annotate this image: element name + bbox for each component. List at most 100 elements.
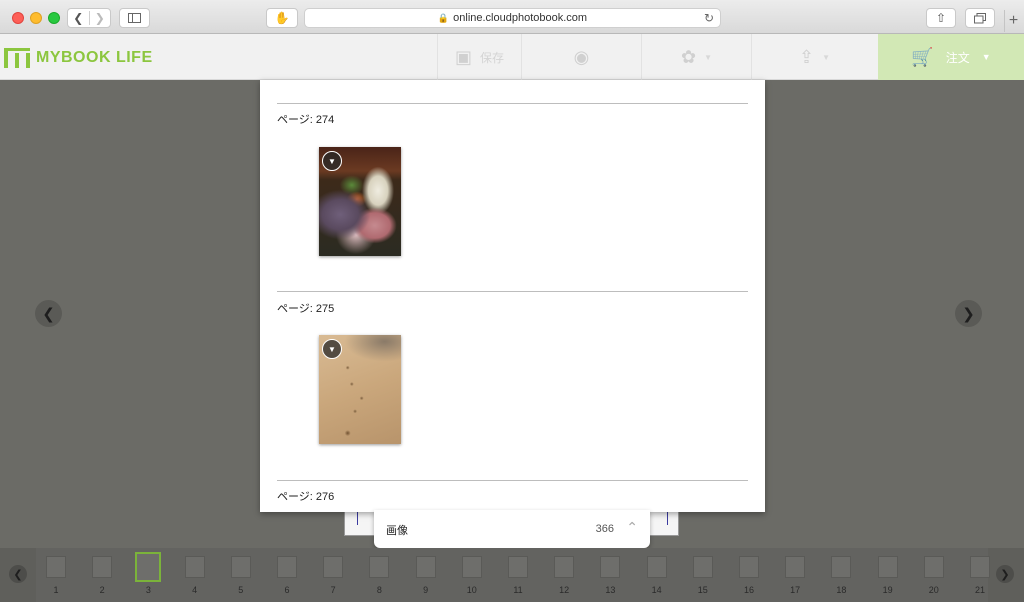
reload-icon[interactable]: ↻ (704, 11, 714, 25)
page-thumbnail[interactable] (415, 556, 436, 578)
chevron-down-icon: ▼ (981, 52, 991, 62)
section-divider (277, 103, 748, 104)
page-number: 12 (559, 585, 570, 595)
logo-mark-icon (4, 48, 30, 68)
photo-menu-icon[interactable]: ▼ (322, 339, 342, 359)
page-thumbnail[interactable] (184, 556, 205, 578)
chevron-right-icon: ❯ (962, 305, 975, 323)
order-label: 注文 (945, 50, 970, 65)
page-number: 5 (238, 585, 244, 595)
page-thumbnail[interactable] (461, 556, 482, 578)
page-thumbnail[interactable] (230, 556, 251, 578)
hand-icon: ✋ (274, 11, 290, 25)
page-thumbnail-strip: 1 2 3 4 5 6 7 8 9 10 11 12 13 14 15 16 17 18 19 20 21 ❮ ❯ (0, 548, 1024, 602)
share-button[interactable]: ⇧ (926, 8, 956, 28)
page-thumbnail[interactable] (369, 556, 390, 578)
page-thumbnail[interactable] (92, 556, 113, 578)
save-label: 保存 (480, 50, 505, 65)
preview-button[interactable]: ◉ (521, 34, 641, 80)
cart-icon: 🛒 (911, 46, 934, 67)
food-photo[interactable]: ▼ (319, 147, 401, 256)
page-label: ページ: 274 (277, 114, 335, 126)
page-thumbnail[interactable] (923, 556, 944, 578)
page-number: 13 (605, 585, 616, 595)
address-bar[interactable]: 🔒 online.cloudphotobook.com ↻ (304, 8, 721, 28)
page-number: 2 (99, 585, 105, 595)
page-thumbnail[interactable] (277, 556, 297, 578)
page-number: 7 (330, 585, 336, 595)
page-number: 15 (697, 585, 708, 595)
previous-page-button[interactable]: ❮ (35, 300, 62, 327)
next-page-button[interactable]: ❯ (955, 300, 982, 327)
app-toolbar: MYBOOK LIFE ▣ 保存 ◉ ✿ ▼ ⇪ ▼ 🛒 注文 ▼ (0, 34, 1024, 80)
logo[interactable]: MYBOOK LIFE (4, 48, 153, 68)
url-text: online.cloudphotobook.com (453, 12, 588, 24)
upload-icon: ⇪ (798, 46, 815, 67)
photo-menu-icon[interactable]: ▼ (322, 151, 342, 171)
save-button[interactable]: ▣ 保存 (437, 34, 521, 80)
chevron-down-icon: ▼ (822, 52, 830, 62)
sidebar-icon (128, 13, 141, 23)
sidebar-toggle-button[interactable] (119, 8, 150, 28)
chevron-up-icon[interactable]: ⌃ (626, 519, 638, 536)
image-panel: ページ: 274 ▼ ページ: 275 ▼ ページ: 276 (260, 80, 765, 512)
page-thumbnail[interactable] (877, 556, 898, 578)
page-thumbnail[interactable] (739, 556, 759, 578)
share-icon: ⇧ (935, 11, 947, 25)
page-number: 9 (423, 585, 429, 595)
page-label: ページ: 276 (277, 491, 335, 503)
page-thumbnail[interactable] (46, 556, 66, 578)
back-icon[interactable]: ❮ (68, 11, 89, 25)
palette-icon: ✿ (680, 46, 697, 67)
page-number: 6 (284, 585, 290, 595)
thumbnail-track: 1 2 3 4 5 6 7 8 9 10 11 12 13 14 15 16 17 18 19 20 21 (36, 548, 990, 602)
chevron-right-icon: ❯ (1000, 568, 1010, 581)
page-thumbnail[interactable] (970, 556, 990, 578)
sand-footprints-photo[interactable]: ▼ (319, 335, 401, 444)
new-tab-button[interactable]: + (1004, 10, 1022, 32)
section-divider (277, 480, 748, 481)
extension-button[interactable]: ✋ (266, 8, 298, 28)
close-window-button[interactable] (12, 12, 24, 24)
theme-dropdown[interactable]: ✿ ▼ (641, 34, 751, 80)
order-button[interactable]: 🛒 注文 ▼ (878, 34, 1024, 80)
page-number: 18 (836, 585, 847, 595)
page-thumbnail[interactable] (554, 556, 575, 578)
page-thumbnail[interactable] (323, 556, 344, 578)
lock-icon: 🔒 (437, 12, 450, 23)
browser-toolbar: ❮ ❯ ✋ 🔒 online.cloudphotobook.com ↻ ⇧ + (0, 0, 1024, 34)
page-label: ページ: 275 (277, 303, 335, 315)
page-thumbnail[interactable] (831, 556, 852, 578)
page-thumbnail[interactable] (785, 556, 806, 578)
plus-icon: + (1008, 12, 1019, 29)
upload-dropdown[interactable]: ⇪ ▼ (751, 34, 877, 80)
chevron-left-icon: ❮ (13, 568, 23, 581)
logo-text: MYBOOK LIFE (36, 49, 153, 66)
forward-icon[interactable]: ❯ (88, 11, 111, 25)
page-thumbnail[interactable] (692, 556, 713, 578)
page-number: 4 (192, 585, 198, 595)
page-number: 14 (651, 585, 662, 595)
page-number: 17 (790, 585, 801, 595)
chevron-down-icon: ▼ (704, 52, 712, 62)
strip-scroll-left-button[interactable]: ❮ (9, 565, 27, 583)
page-number: 3 (145, 585, 151, 595)
tabs-icon (974, 12, 986, 23)
minimize-window-button[interactable] (30, 12, 42, 24)
page-thumbnail[interactable] (508, 556, 528, 578)
page-thumbnail[interactable] (600, 556, 621, 578)
zoom-window-button[interactable] (48, 12, 60, 24)
tab-overview-button[interactable] (965, 8, 995, 28)
image-count: 366 (595, 523, 614, 535)
page-number: 19 (882, 585, 893, 595)
image-tray[interactable]: 画像 366 ⌃ (374, 510, 650, 548)
page-thumbnail[interactable] (646, 556, 667, 578)
page-number: 16 (743, 585, 754, 595)
page-number: 20 (928, 585, 939, 595)
page-thumbnail-active[interactable] (135, 552, 162, 582)
page-number: 8 (376, 585, 382, 595)
page-number: 21 (974, 585, 985, 595)
strip-scroll-right-button[interactable]: ❯ (996, 565, 1014, 583)
tray-label: 画像 (386, 525, 408, 537)
page-number: 1 (53, 585, 59, 595)
